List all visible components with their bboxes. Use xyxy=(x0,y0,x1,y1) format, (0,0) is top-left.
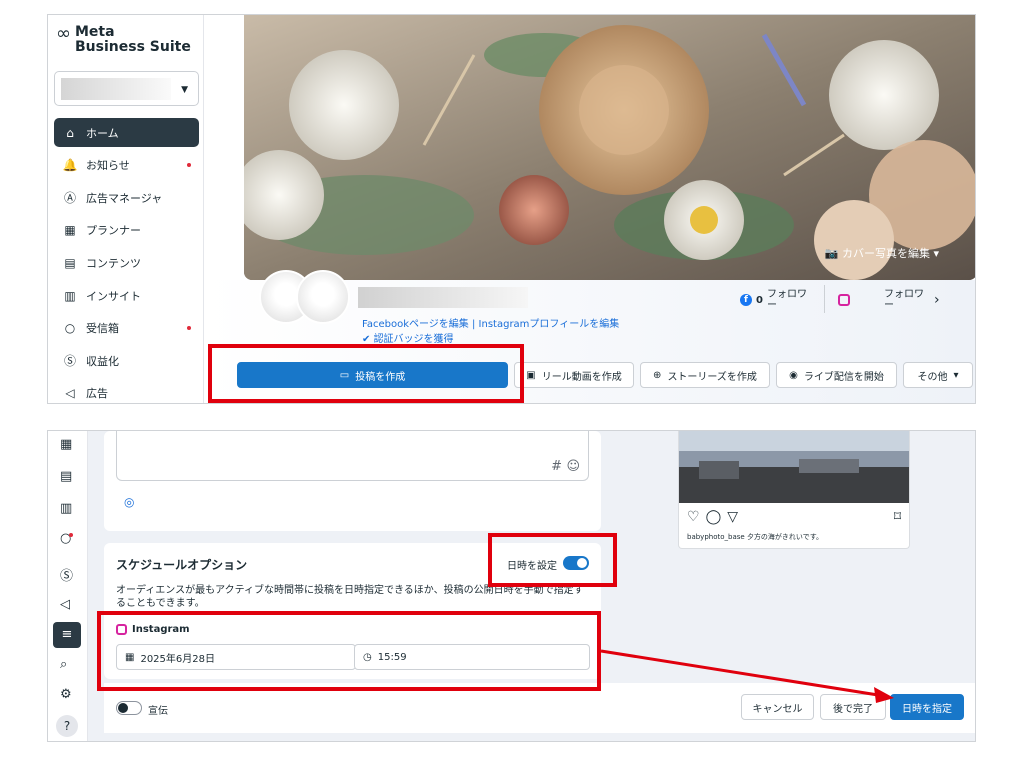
caret-down-icon: ▼ xyxy=(181,85,188,95)
create-story-button[interactable]: ⊕ ストーリーズを作成 xyxy=(640,362,770,388)
sidebar-item-label: 収益化 xyxy=(86,354,119,368)
edit-facebook-page-link[interactable]: Facebookページを編集 xyxy=(362,319,469,330)
go-live-label: ライブ配信を開始 xyxy=(803,371,884,383)
edit-cover-label: カバー写真を編集 xyxy=(841,247,930,260)
sidebar-item-8[interactable]: ◁ 広告 xyxy=(54,379,199,403)
edit-cover-button[interactable]: 📷 カバー写真を編集 ▾ xyxy=(825,245,939,261)
meta-infinity-icon: ∞ xyxy=(56,23,71,44)
bell-icon: 🔔 xyxy=(62,158,78,173)
schedule-post-screenshot: ▦ ▤ ▥ ○ Ⓢ ◁ ≡ ⌕ ⚙ ? # ☺ ◎ スケジュールオプション 日時… xyxy=(47,430,976,742)
flower-cover-image xyxy=(244,15,975,280)
verified-badge-link[interactable]: ✔ 認証バッジを獲得 xyxy=(362,330,454,345)
facebook-followers-stat: f 0 フォロワー xyxy=(740,289,807,311)
meta-business-suite-logo: ∞ Meta Business Suite xyxy=(56,25,191,55)
sidebar-item-label: 広告マネージャ xyxy=(86,191,163,205)
account-switcher[interactable]: ▼ xyxy=(54,71,199,106)
caret-down-icon: ▾ xyxy=(953,369,959,381)
edit-instagram-profile-link[interactable]: Instagramプロフィールを編集 xyxy=(479,319,620,330)
instagram-follower-label-sub: ー xyxy=(884,300,894,311)
annotation-arrow xyxy=(600,649,894,703)
sidebar-item-3[interactable]: ▦ プランナー xyxy=(54,216,199,245)
sidebar-item-5[interactable]: ▥ インサイト xyxy=(54,281,199,310)
facebook-follower-count: 0 xyxy=(756,294,763,306)
home-icon: ⌂ xyxy=(66,125,74,140)
sidebar-item-2[interactable]: Ⓐ 広告マネージャ xyxy=(54,183,199,212)
caret-down-icon: ▾ xyxy=(929,247,939,260)
stat-divider xyxy=(824,285,825,313)
insights-icon: ▥ xyxy=(64,288,76,303)
inbox-icon: ○ xyxy=(64,321,76,336)
notification-dot xyxy=(187,326,191,331)
calendar-icon: ▦ xyxy=(64,223,76,238)
sidebar: ∞ Meta Business Suite ▼ ⌂ ホーム 🔔 お知らせ Ⓐ 広告マネージ… xyxy=(48,15,204,403)
facebook-follower-label: フォロワ xyxy=(766,289,807,300)
create-reel-label: リール動画を作成 xyxy=(541,371,622,383)
sidebar-item-7[interactable]: Ⓢ 収益化 xyxy=(54,346,199,375)
live-icon: ◉ xyxy=(789,369,798,381)
more-label: その他 xyxy=(917,371,948,383)
more-button[interactable]: その他 ▾ xyxy=(903,362,973,388)
profile-edit-links: Facebookページを編集 | Instagramプロフィールを編集 xyxy=(362,315,619,330)
instagram-follower-label: フォロワ xyxy=(884,289,924,300)
link-separator: | xyxy=(471,319,476,330)
logo-text-meta: Meta xyxy=(75,24,115,40)
highlight-create-post xyxy=(208,344,524,403)
camera-icon: 📷 xyxy=(824,247,842,260)
sidebar-item-6[interactable]: ○ 受信箱 xyxy=(54,314,199,343)
account-name-redacted xyxy=(61,78,171,100)
sidebar-item-label: プランナー xyxy=(86,224,141,238)
chevron-right-icon[interactable]: › xyxy=(934,292,940,308)
sidebar-item-label: 受信箱 xyxy=(86,322,119,336)
ads-manager-icon: Ⓐ xyxy=(63,191,76,206)
facebook-icon: f xyxy=(740,294,752,306)
monetize-icon: Ⓢ xyxy=(63,354,76,369)
sidebar-item-0[interactable]: ⌂ ホーム xyxy=(54,118,199,147)
sidebar-item-label: 広告 xyxy=(86,387,108,401)
sidebar-item-label: お知らせ xyxy=(86,159,130,173)
page-name-redacted xyxy=(358,287,528,308)
instagram-icon xyxy=(838,294,850,306)
megaphone-icon: ◁ xyxy=(65,386,75,401)
notification-dot xyxy=(187,163,191,168)
business-home-screenshot: ∞ Meta Business Suite ▼ ⌂ ホーム 🔔 お知らせ Ⓐ 広告マネージ… xyxy=(47,14,976,404)
create-story-label: ストーリーズを作成 xyxy=(667,371,757,383)
sidebar-item-1[interactable]: 🔔 お知らせ xyxy=(54,151,199,180)
instagram-followers-stat: フォロワー › xyxy=(838,289,940,311)
sidebar-item-4[interactable]: ▤ コンテンツ xyxy=(54,248,199,277)
logo-text-business-suite: Business Suite xyxy=(75,39,191,55)
instagram-avatar[interactable] xyxy=(296,270,350,324)
sidebar-item-label: インサイト xyxy=(86,289,141,303)
create-reel-button[interactable]: ▣ リール動画を作成 xyxy=(514,362,634,388)
cover-photo: 📷 カバー写真を編集 ▾ xyxy=(244,15,975,280)
facebook-follower-label-sub: ー xyxy=(766,300,777,311)
story-icon: ⊕ xyxy=(653,369,662,381)
sidebar-item-label: コンテンツ xyxy=(86,256,141,270)
reel-icon: ▣ xyxy=(526,369,536,381)
sidebar-item-label: ホーム xyxy=(86,126,119,140)
content-icon: ▤ xyxy=(64,255,76,270)
go-live-button[interactable]: ◉ ライブ配信を開始 xyxy=(776,362,897,388)
